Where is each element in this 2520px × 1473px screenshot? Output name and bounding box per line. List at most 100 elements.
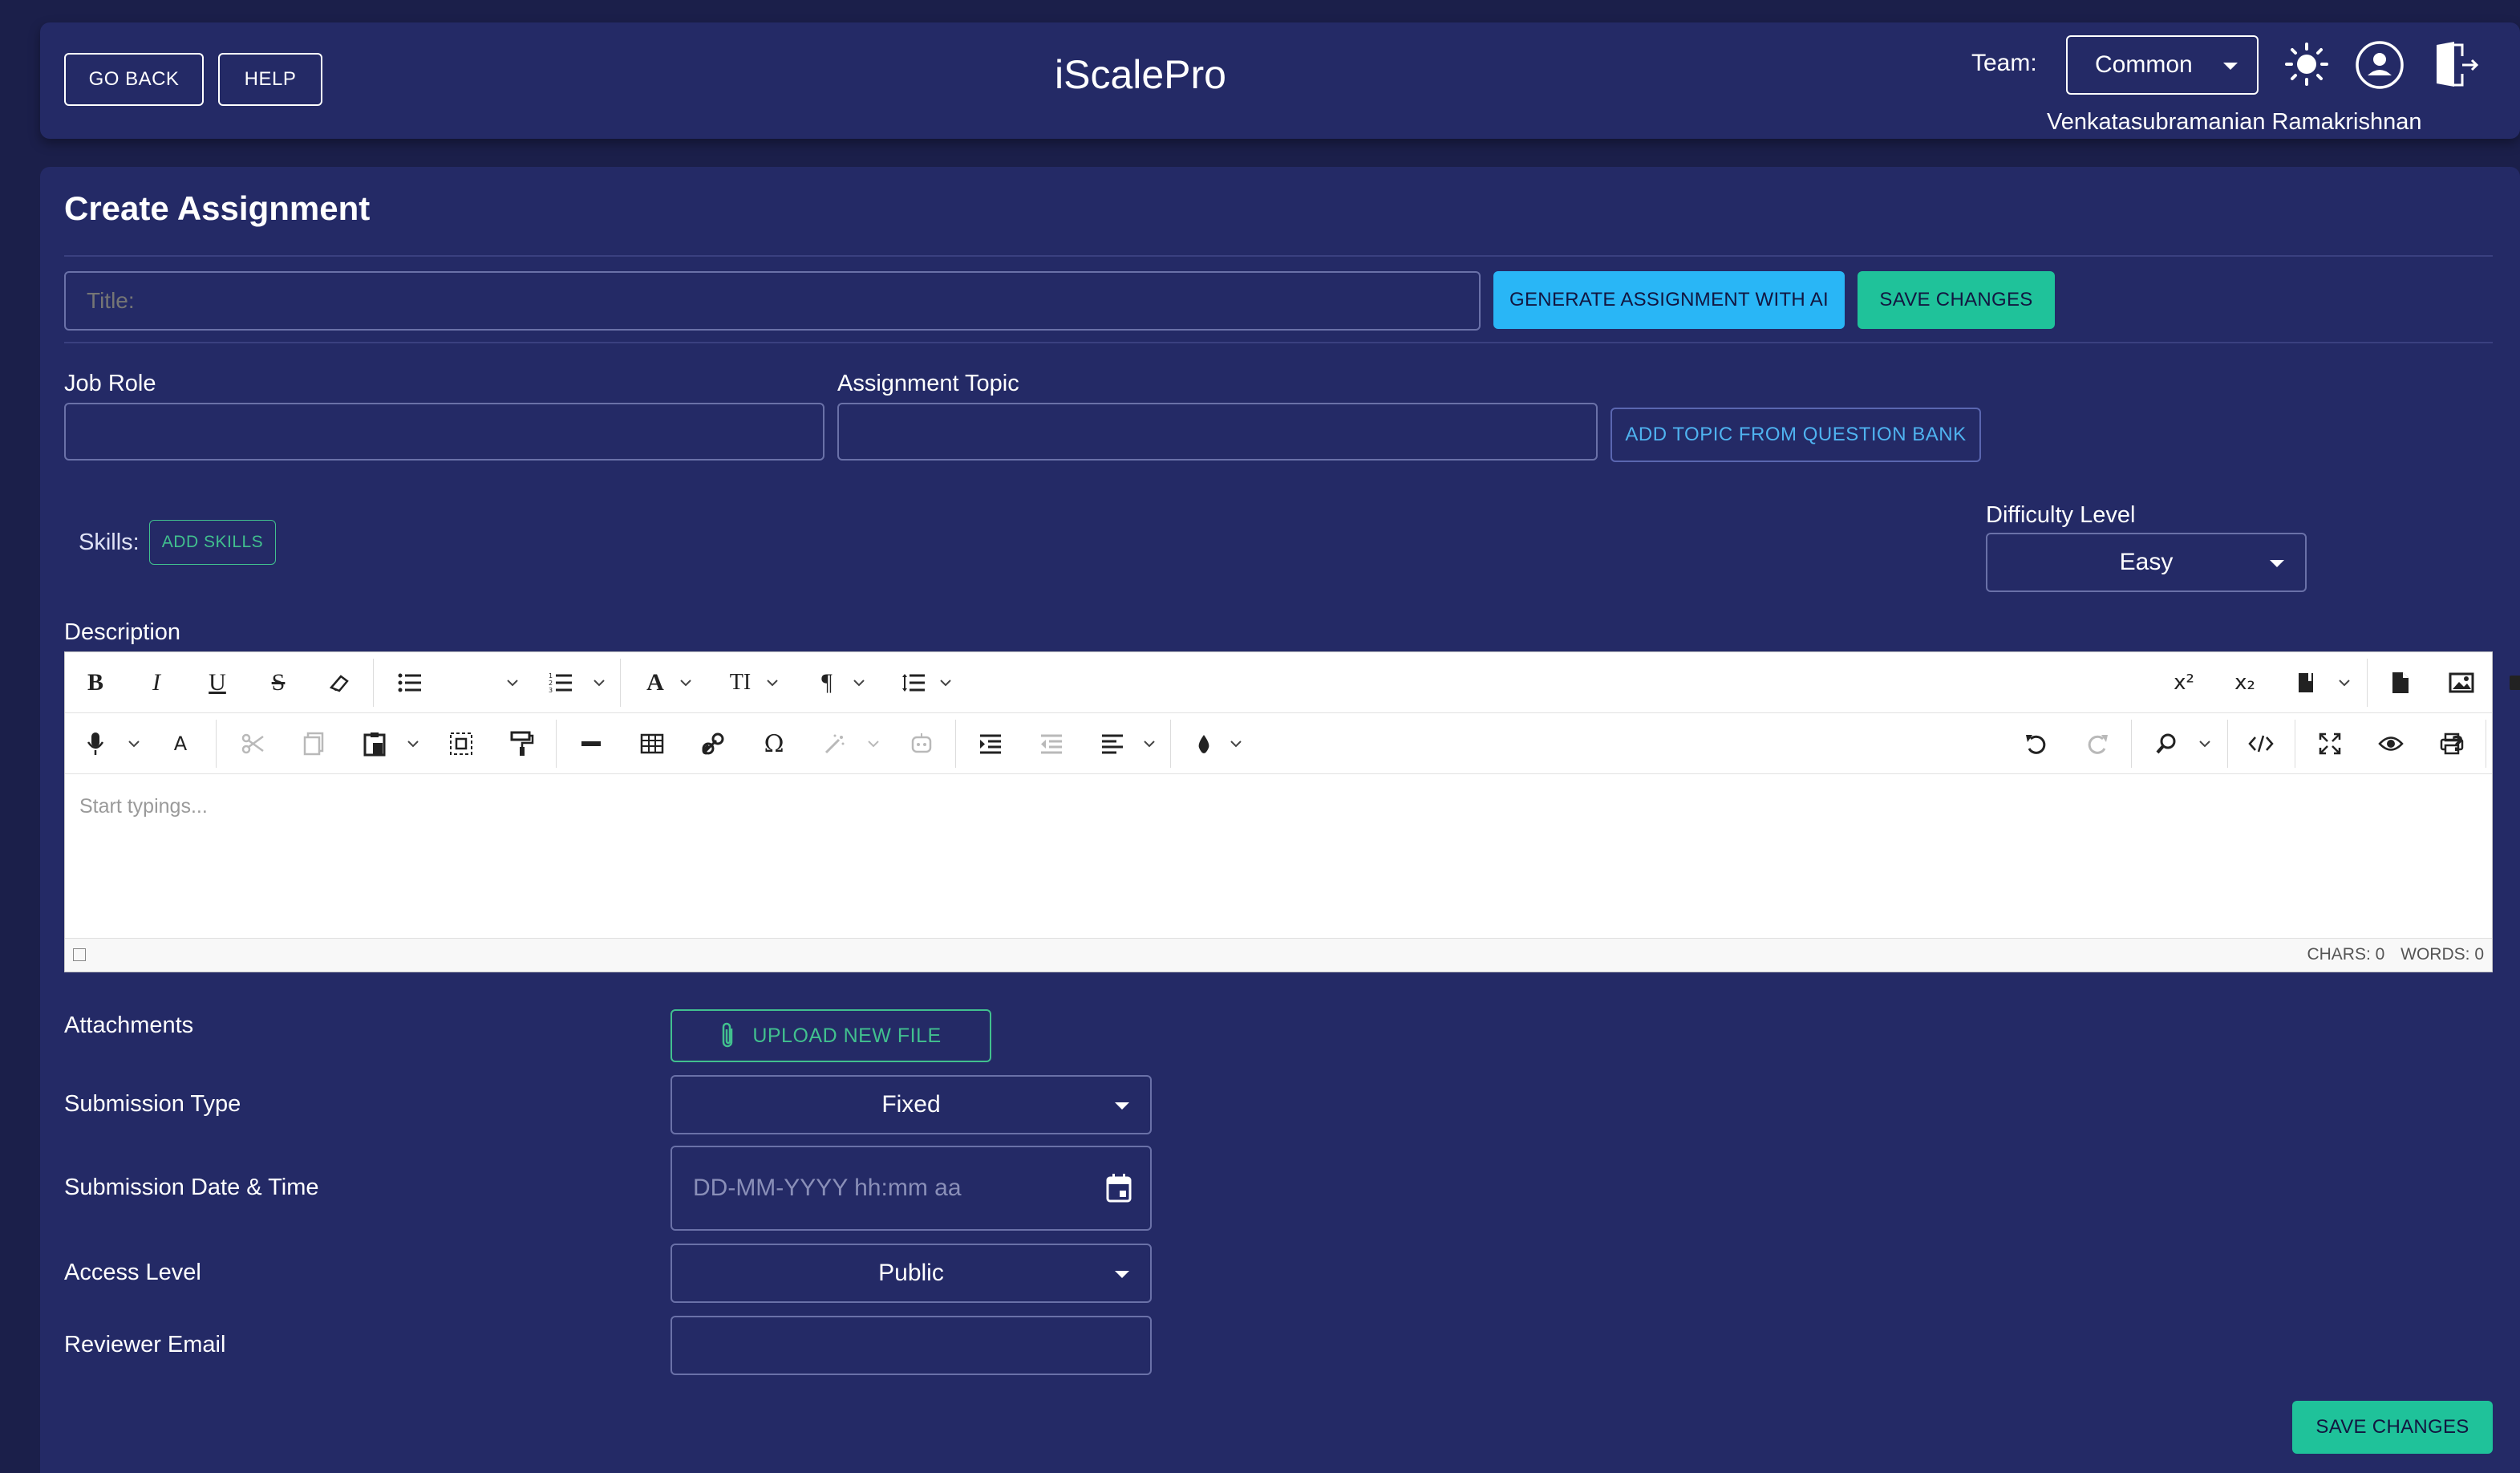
undo-icon[interactable]	[2017, 724, 2056, 763]
assignment-topic-label: Assignment Topic	[837, 371, 1019, 396]
svg-text:1: 1	[549, 672, 553, 680]
assignment-topic-input[interactable]	[837, 403, 1598, 461]
paperclip-icon	[723, 1022, 733, 1048]
video-icon[interactable]	[2503, 663, 2520, 702]
bold-icon[interactable]: B	[76, 663, 115, 702]
magic-wand-icon[interactable]	[816, 724, 854, 763]
font-size-icon[interactable]: TI	[721, 663, 760, 702]
search-icon[interactable]	[2147, 724, 2186, 763]
difficulty-level-select[interactable]: Easy	[1986, 533, 2307, 592]
chevron-down-icon[interactable]	[849, 663, 869, 702]
paragraph-icon[interactable]: ¶	[808, 663, 846, 702]
document-icon[interactable]	[2381, 663, 2420, 702]
save-changes-bottom-button[interactable]: SAVE CHANGES	[2292, 1401, 2493, 1454]
user-account-icon[interactable]	[2355, 40, 2405, 90]
ai-assistant-icon[interactable]	[902, 724, 941, 763]
toolbar-separator	[955, 720, 956, 768]
words-count: WORDS: 0	[2400, 945, 2484, 964]
scissors-icon[interactable]	[233, 724, 272, 763]
upload-new-file-button[interactable]: UPLOAD NEW FILE	[671, 1009, 991, 1062]
table-icon[interactable]	[633, 724, 671, 763]
editor-placeholder: Start typings...	[79, 795, 208, 818]
link-icon[interactable]	[694, 724, 732, 763]
calendar-icon[interactable]	[1105, 1173, 1132, 1203]
text-color-icon[interactable]	[1185, 724, 1223, 763]
chevron-down-icon[interactable]	[2335, 663, 2354, 702]
chevron-down-icon[interactable]	[403, 724, 423, 763]
source-code-icon[interactable]	[2242, 724, 2280, 763]
strikethrough-icon[interactable]: S	[259, 663, 298, 702]
select-all-icon[interactable]	[442, 724, 480, 763]
divider	[64, 255, 2493, 257]
paste-icon[interactable]	[355, 724, 394, 763]
horizontal-line-icon[interactable]	[572, 724, 610, 763]
help-button[interactable]: HELP	[218, 53, 322, 106]
submission-date-label: Submission Date & Time	[64, 1175, 319, 1200]
theme-toggle-icon[interactable]	[2284, 42, 2329, 87]
chars-count: CHARS: 0	[2307, 945, 2385, 964]
chevron-down-icon[interactable]	[936, 663, 955, 702]
font-family-icon[interactable]: A	[636, 663, 675, 702]
chevron-down-icon[interactable]	[589, 663, 609, 702]
subscript-icon[interactable]: x₂	[2226, 663, 2264, 702]
superscript-icon[interactable]: x²	[2165, 663, 2203, 702]
access-level-value: Public	[878, 1260, 944, 1286]
save-changes-top-button[interactable]: SAVE CHANGES	[1858, 271, 2055, 329]
chevron-down-icon[interactable]	[1226, 724, 1246, 763]
submission-type-select[interactable]: Fixed	[671, 1075, 1152, 1134]
upload-new-file-label: UPLOAD NEW FILE	[752, 1024, 942, 1047]
title-input[interactable]	[64, 271, 1481, 331]
chevron-down-icon[interactable]	[676, 663, 695, 702]
microphone-icon[interactable]	[76, 724, 115, 763]
difficulty-level-label: Difficulty Level	[1986, 502, 2136, 528]
add-skills-button[interactable]: ADD SKILLS	[149, 520, 276, 565]
job-role-input[interactable]	[64, 403, 824, 461]
toolbar-separator	[1170, 720, 1171, 768]
access-level-label: Access Level	[64, 1260, 201, 1285]
submission-type-value: Fixed	[881, 1091, 941, 1118]
editor-status-bar: CHARS: 0 WORDS: 0	[65, 938, 2492, 972]
go-back-button[interactable]: GO BACK	[64, 53, 204, 106]
special-character-icon[interactable]: Ω	[755, 724, 793, 763]
redo-icon[interactable]	[2078, 724, 2117, 763]
indent-icon[interactable]	[971, 724, 1010, 763]
copy-icon[interactable]	[294, 724, 333, 763]
logout-icon[interactable]	[2433, 40, 2480, 90]
chevron-down-icon[interactable]	[2195, 724, 2214, 763]
team-select[interactable]: Common	[2066, 35, 2259, 95]
reviewer-email-label: Reviewer Email	[64, 1332, 226, 1357]
line-height-icon[interactable]	[894, 663, 933, 702]
chevron-down-icon[interactable]	[763, 663, 782, 702]
chevron-down-icon[interactable]	[1140, 724, 1159, 763]
skills-label: Skills:	[79, 530, 140, 555]
chevron-down-icon[interactable]	[503, 663, 522, 702]
add-topic-from-question-bank-button[interactable]: ADD TOPIC FROM QUESTION BANK	[1610, 408, 1981, 462]
page-title: Create Assignment	[64, 189, 371, 227]
job-role-label: Job Role	[64, 371, 156, 396]
submission-date-input[interactable]: DD-MM-YYYY hh:mm aa	[671, 1146, 1152, 1231]
editor-content-area[interactable]: Start typings...	[65, 774, 2492, 935]
chevron-down-icon[interactable]	[864, 724, 883, 763]
italic-icon[interactable]: I	[137, 663, 176, 702]
outdent-icon[interactable]	[1032, 724, 1071, 763]
svg-text:3: 3	[549, 687, 553, 693]
access-level-select[interactable]: Public	[671, 1244, 1152, 1303]
toolbar-separator	[620, 659, 621, 707]
fullscreen-icon[interactable]	[2311, 724, 2349, 763]
align-left-icon[interactable]	[1093, 724, 1132, 763]
attachments-label: Attachments	[64, 1012, 194, 1038]
bulleted-list-icon[interactable]	[391, 663, 429, 702]
underline-icon[interactable]: U	[198, 663, 237, 702]
generate-assignment-ai-button[interactable]: GENERATE ASSIGNMENT WITH AI	[1493, 271, 1845, 329]
reviewer-email-input[interactable]	[671, 1316, 1152, 1375]
help-icon[interactable]: ?	[2438, 725, 2477, 764]
format-painter-icon[interactable]	[503, 724, 541, 763]
image-icon[interactable]	[2442, 663, 2481, 702]
chevron-down-icon[interactable]	[124, 724, 144, 763]
eraser-icon[interactable]	[320, 663, 359, 702]
preview-eye-icon[interactable]	[2372, 724, 2410, 763]
resize-handle-icon[interactable]	[73, 948, 86, 961]
spellcheck-icon[interactable]: A	[161, 724, 200, 763]
file-browser-icon[interactable]	[2287, 663, 2325, 702]
numbered-list-icon[interactable]: 123	[541, 663, 580, 702]
